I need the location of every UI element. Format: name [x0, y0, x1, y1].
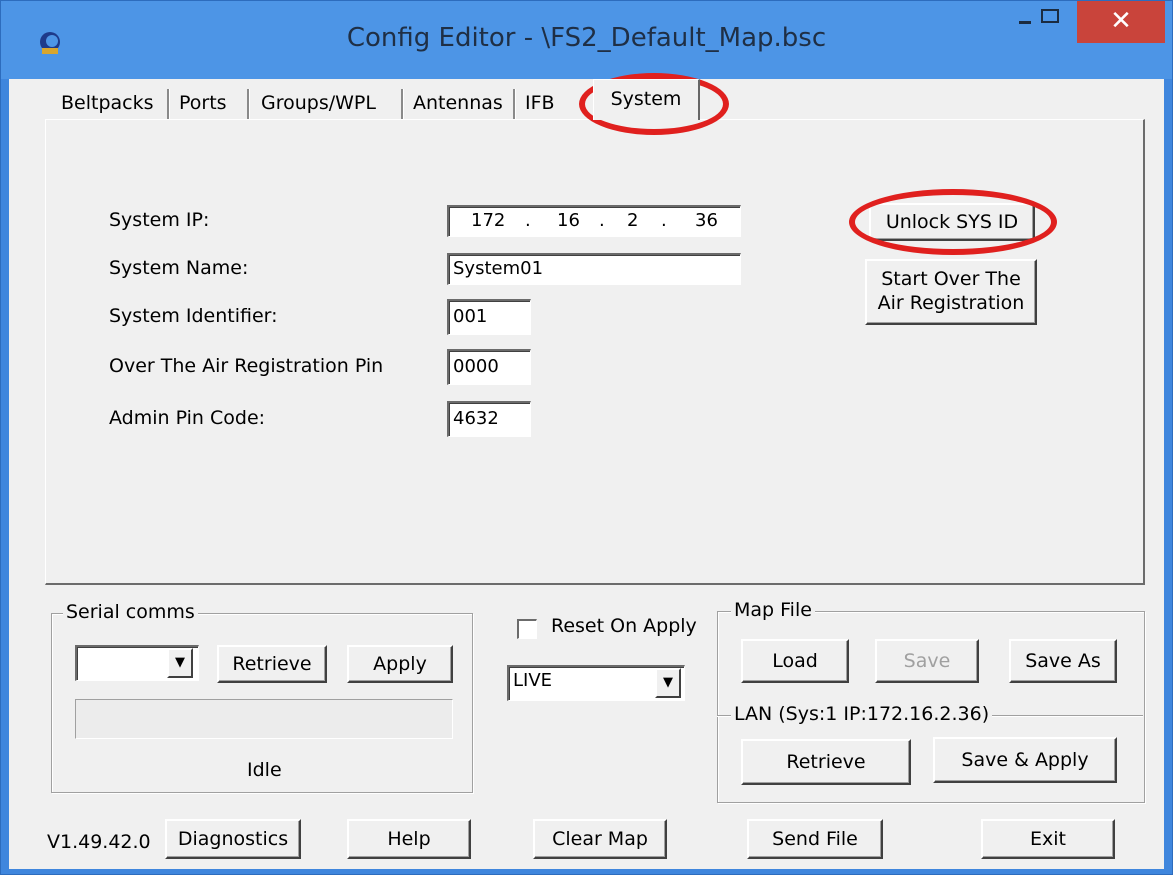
system-tab-panel: [45, 119, 1145, 585]
lan-retrieve-button[interactable]: Retrieve: [741, 739, 911, 785]
ip-octet-2: 16: [557, 210, 580, 231]
map-load-button[interactable]: Load: [741, 639, 849, 683]
serial-progress-bar: [75, 699, 453, 739]
chevron-down-icon[interactable]: ▼: [167, 648, 193, 678]
serial-retrieve-button[interactable]: Retrieve: [217, 645, 327, 683]
map-file-title: Map File: [731, 599, 815, 621]
lan-save-apply-button[interactable]: Save & Apply: [933, 737, 1117, 783]
tab-system[interactable]: System: [593, 79, 700, 120]
serial-comms-title: Serial comms: [63, 601, 198, 623]
send-file-button[interactable]: Send File: [747, 819, 883, 859]
start-over-ota-button[interactable]: Start Over The Air Registration: [865, 259, 1037, 325]
reset-on-apply-label: Reset On Apply: [551, 615, 697, 637]
ip-octet-3: 2: [627, 210, 639, 231]
map-save-as-button[interactable]: Save As: [1009, 639, 1117, 683]
admin-pin-field[interactable]: 4632: [447, 401, 531, 437]
map-save-button[interactable]: Save: [875, 639, 979, 683]
start-over-line-1: Start Over The: [881, 268, 1021, 290]
admin-pin-label: Admin Pin Code:: [109, 407, 266, 429]
ip-dot: .: [525, 210, 531, 231]
serial-apply-button[interactable]: Apply: [347, 645, 453, 683]
tab-groups-wpl[interactable]: Groups/WPL: [255, 86, 382, 120]
tab-beltpacks[interactable]: Beltpacks: [55, 86, 160, 120]
ota-pin-label: Over The Air Registration Pin: [109, 355, 384, 377]
clear-map-button[interactable]: Clear Map: [533, 819, 667, 859]
start-over-line-2: Air Registration: [877, 292, 1025, 314]
system-name-label: System Name:: [109, 257, 249, 279]
ip-octet-4: 36: [695, 210, 718, 231]
tab-ifb[interactable]: IFB: [519, 86, 561, 120]
title-bar[interactable]: Config Editor - \FS2_Default_Map.bsc ✕: [1, 1, 1172, 79]
ip-octet-1: 172: [471, 210, 506, 231]
system-ip-label: System IP:: [109, 209, 210, 231]
tab-separator: [247, 89, 250, 119]
close-button[interactable]: ✕: [1077, 1, 1165, 43]
tab-separator: [167, 89, 170, 119]
config-editor-window: Config Editor - \FS2_Default_Map.bsc ✕ B…: [0, 0, 1173, 875]
unlock-sys-id-button[interactable]: Unlock SYS ID: [869, 203, 1035, 241]
system-identifier-label: System Identifier:: [109, 305, 278, 327]
ota-pin-field[interactable]: 0000: [447, 349, 531, 385]
exit-button[interactable]: Exit: [981, 819, 1115, 859]
chevron-down-icon[interactable]: ▼: [655, 668, 681, 698]
lan-title: LAN (Sys:1 IP:172.16.2.36): [731, 703, 993, 725]
tab-ports[interactable]: Ports: [173, 86, 233, 120]
system-ip-field[interactable]: 172 . 16 . 2 . 36: [447, 205, 741, 237]
system-name-field[interactable]: System01: [447, 253, 741, 285]
serial-status-text: Idle: [247, 759, 282, 781]
maximize-button[interactable]: [1041, 1, 1073, 39]
help-button[interactable]: Help: [347, 819, 471, 859]
reset-on-apply-checkbox[interactable]: [517, 619, 537, 639]
tab-antennas[interactable]: Antennas: [407, 86, 509, 120]
close-icon: ✕: [1110, 6, 1132, 36]
diagnostics-button[interactable]: Diagnostics: [165, 819, 301, 859]
tab-separator: [401, 89, 404, 119]
ip-dot: .: [599, 210, 605, 231]
tab-separator: [513, 89, 516, 119]
system-identifier-field[interactable]: 001: [447, 299, 531, 335]
window-title: Config Editor - \FS2_Default_Map.bsc: [346, 23, 827, 53]
version-label: V1.49.42.0: [47, 831, 151, 853]
ip-dot: .: [661, 210, 667, 231]
